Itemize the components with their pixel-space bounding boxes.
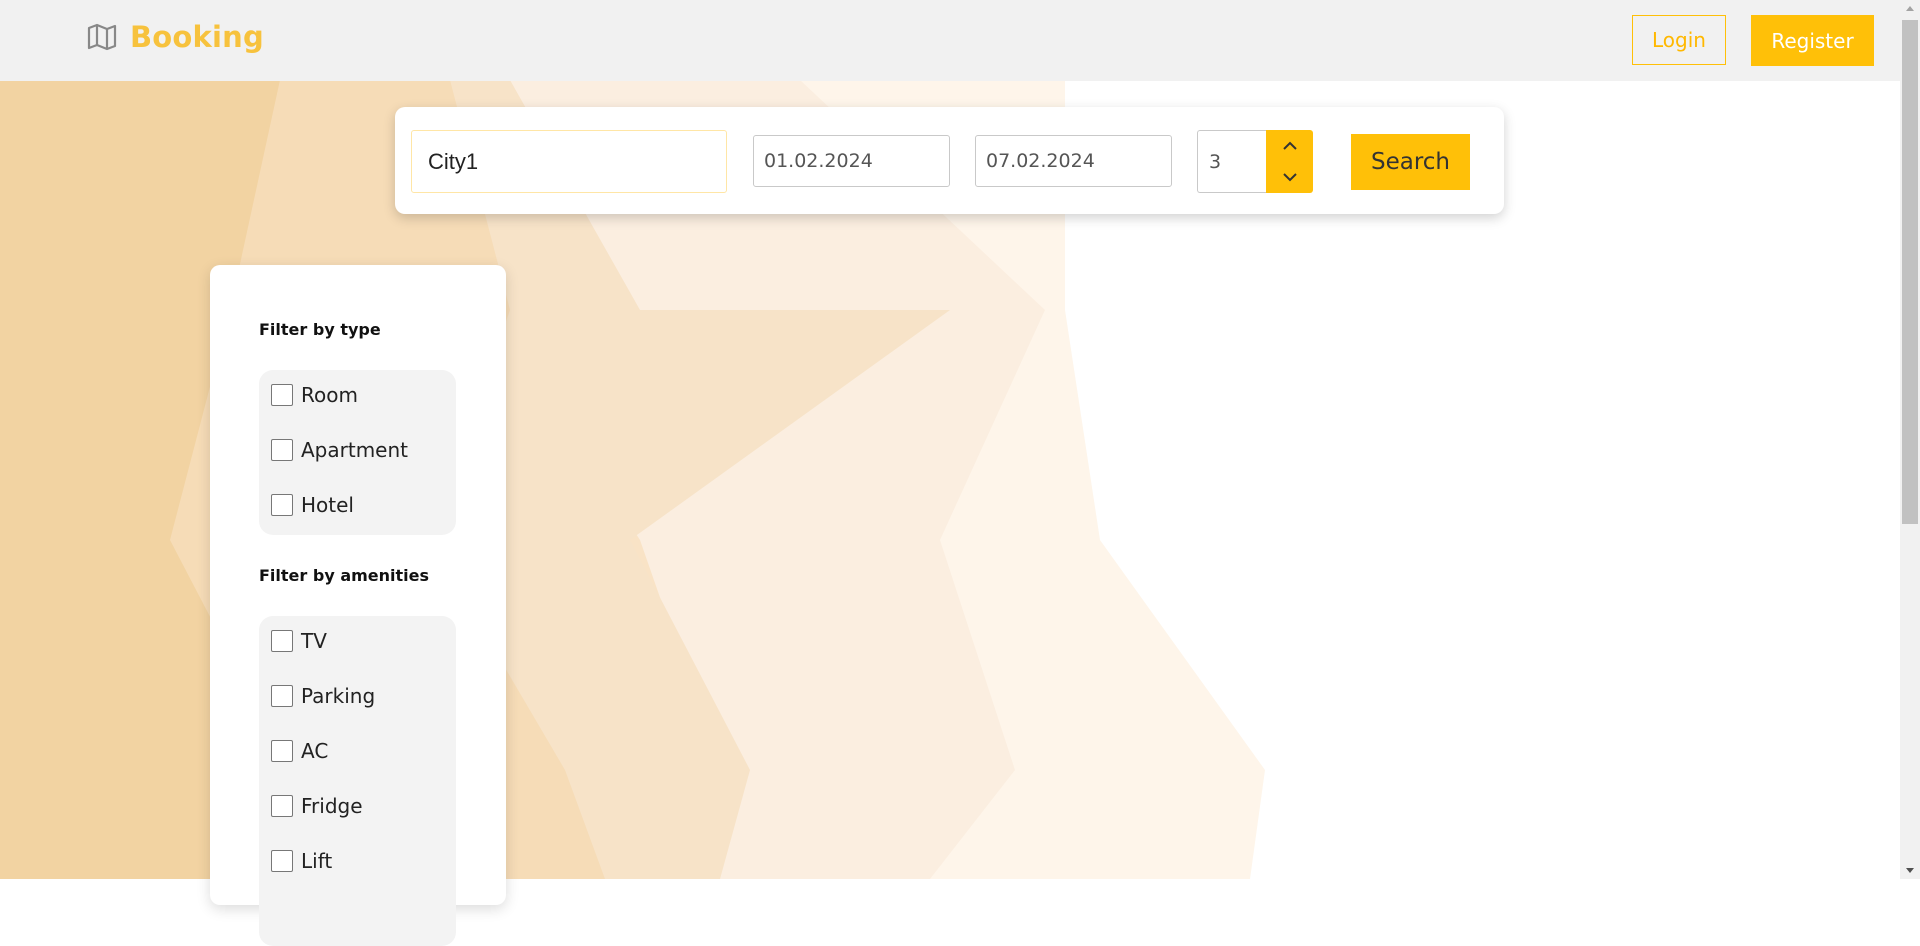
city-input[interactable] [411, 130, 727, 193]
filter-option-tv[interactable]: TV [271, 626, 327, 656]
checkin-date-input[interactable] [753, 135, 950, 187]
option-label: Room [301, 383, 358, 407]
brand-logo[interactable]: Booking [86, 20, 264, 54]
option-label: Lift [301, 849, 333, 873]
filter-option-room[interactable]: Room [271, 380, 358, 410]
option-label: AC [301, 739, 329, 763]
search-button[interactable]: Search [1351, 134, 1470, 190]
checkbox[interactable] [271, 740, 293, 762]
amenities-filter-group: TV Parking AC Fridge Lift [259, 616, 456, 946]
checkbox[interactable] [271, 439, 293, 461]
checkout-date-input[interactable] [975, 135, 1172, 187]
option-label: Fridge [301, 794, 363, 818]
filter-option-hotel[interactable]: Hotel [271, 490, 354, 520]
scroll-up-arrow[interactable] [1900, 0, 1920, 17]
filter-by-type-heading: Filter by type [259, 320, 381, 339]
filter-option-lift[interactable]: Lift [271, 846, 332, 876]
guests-stepper [1266, 130, 1313, 193]
decrement-button[interactable] [1266, 162, 1313, 194]
guests-input[interactable] [1197, 130, 1267, 193]
login-button[interactable]: Login [1632, 15, 1726, 65]
option-label: Apartment [301, 438, 409, 462]
scroll-down-arrow[interactable] [1900, 862, 1920, 879]
option-label: Parking [301, 684, 376, 708]
checkbox[interactable] [271, 685, 293, 707]
scrollbar-thumb[interactable] [1902, 20, 1918, 524]
filter-option-ac[interactable]: AC [271, 736, 328, 766]
filter-option-parking[interactable]: Parking [271, 681, 375, 711]
chevron-down-icon [1282, 173, 1297, 182]
filter-panel: Filter by type Room Apartment Hotel Filt… [210, 265, 506, 946]
increment-button[interactable] [1266, 130, 1313, 162]
brand-name: Booking [130, 20, 264, 54]
register-button[interactable]: Register [1751, 15, 1874, 66]
filter-by-amenities-heading: Filter by amenities [259, 566, 430, 585]
checkbox[interactable] [271, 384, 293, 406]
filter-option-apartment[interactable]: Apartment [271, 435, 408, 465]
caret-up-icon [1906, 6, 1914, 11]
checkbox[interactable] [271, 850, 293, 872]
checkbox[interactable] [271, 795, 293, 817]
vertical-scrollbar[interactable] [1900, 0, 1920, 879]
option-label: TV [301, 629, 327, 653]
checkbox[interactable] [271, 630, 293, 652]
search-bar: Search [395, 107, 1504, 214]
map-icon [87, 23, 117, 51]
top-navbar: Booking Login Register [0, 0, 1900, 81]
type-filter-group: Room Apartment Hotel [259, 370, 456, 535]
option-label: Hotel [301, 493, 354, 517]
caret-down-icon [1906, 868, 1914, 873]
filter-option-fridge[interactable]: Fridge [271, 791, 363, 821]
chevron-up-icon [1282, 141, 1297, 150]
checkbox[interactable] [271, 494, 293, 516]
